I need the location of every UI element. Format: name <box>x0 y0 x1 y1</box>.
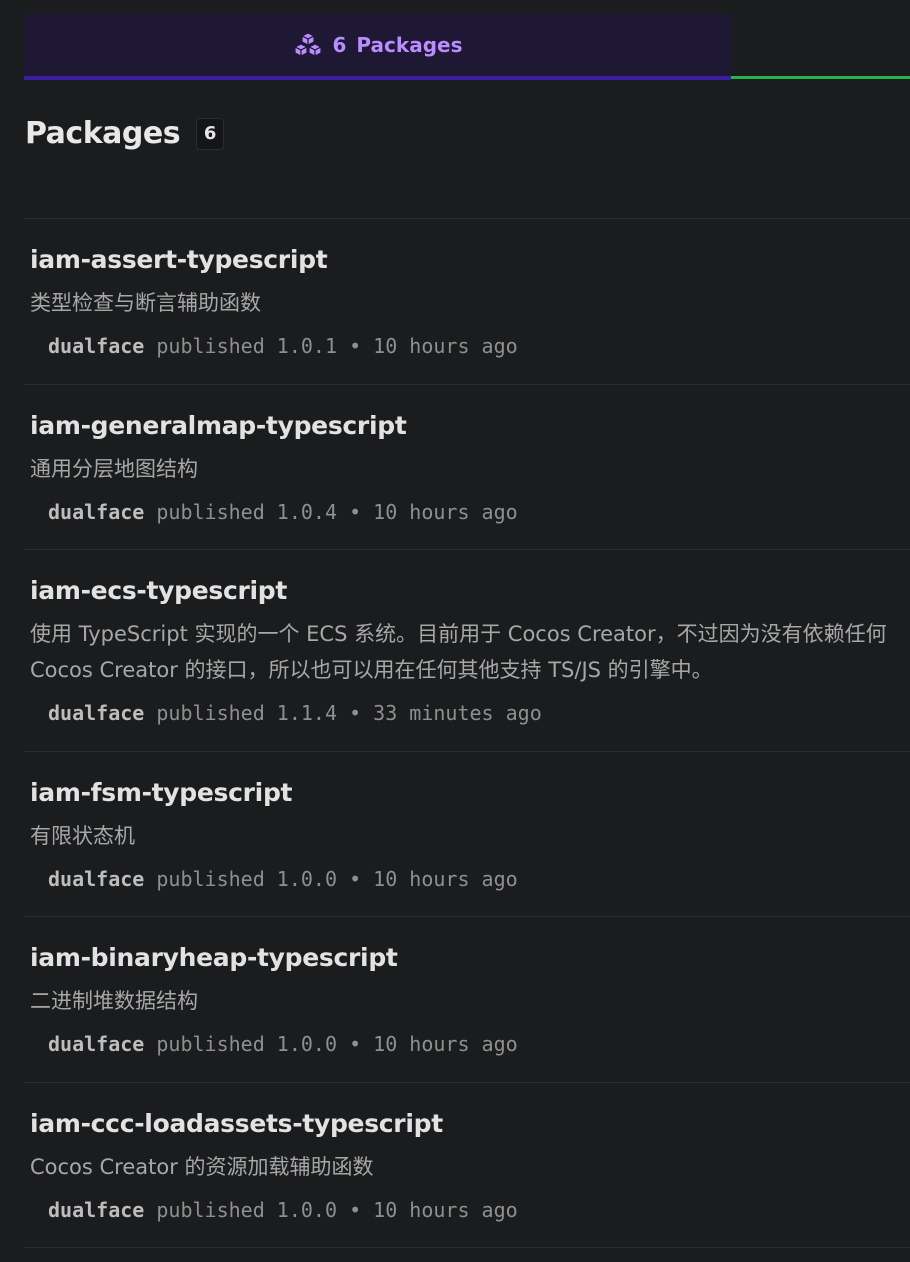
list-item: iam-fsm-typescript 有限状态机 dualface publis… <box>25 751 910 916</box>
package-description: Cocos Creator 的资源加载辅助函数 <box>30 1155 374 1179</box>
package-name-link[interactable]: iam-binaryheap-typescript <box>30 941 398 975</box>
package-time: 10 hours ago <box>373 867 518 891</box>
package-meta: dualface published 1.0.0 • 10 hours ago <box>48 1195 910 1225</box>
tab-packages-label: Packages <box>356 33 463 57</box>
package-action: published <box>156 701 265 725</box>
meta-separator: • <box>349 500 362 524</box>
package-name-link[interactable]: iam-ecs-typescript <box>30 574 287 608</box>
tab-packages-count: 6 <box>332 33 347 57</box>
package-action: published <box>156 500 265 524</box>
tab-bar-underline <box>731 76 910 79</box>
package-version: 1.0.1 <box>276 334 338 358</box>
list-item: iam-assert-typescript 类型检查与断言辅助函数 dualfa… <box>25 218 910 384</box>
package-meta: dualface published 1.1.4 • 33 minutes ag… <box>48 698 910 728</box>
package-time: 33 minutes ago <box>373 701 542 725</box>
meta-separator: • <box>349 867 362 891</box>
package-description: 二进制堆数据结构 <box>30 989 198 1013</box>
package-name-link[interactable]: iam-assert-typescript <box>30 243 328 277</box>
package-version: 1.0.0 <box>276 867 338 891</box>
list-item: iam-ccc-loadassets-typescript Cocos Crea… <box>25 1082 910 1248</box>
page-title: Packages <box>25 116 181 151</box>
package-count-badge: 6 <box>196 117 225 150</box>
package-author-link[interactable]: dualface <box>48 1032 144 1056</box>
package-author-link[interactable]: dualface <box>48 867 144 891</box>
meta-separator: • <box>349 1198 362 1222</box>
tab-packages-content: 6 Packages <box>293 32 463 58</box>
package-name-link[interactable]: iam-generalmap-typescript <box>30 409 407 443</box>
meta-separator: • <box>349 701 362 725</box>
package-author-link[interactable]: dualface <box>48 500 144 524</box>
package-action: published <box>156 1032 265 1056</box>
package-author-link[interactable]: dualface <box>48 1198 144 1222</box>
package-version: 1.1.4 <box>276 701 338 725</box>
list-item: iam-generalmap-typescript 通用分层地图结构 dualf… <box>25 384 910 549</box>
package-time: 10 hours ago <box>373 500 518 524</box>
package-version: 1.0.4 <box>276 500 338 524</box>
package-time: 10 hours ago <box>373 1032 518 1056</box>
package-description: 使用 TypeScript 实现的一个 ECS 系统。目前用于 Cocos Cr… <box>30 622 887 682</box>
package-author-link[interactable]: dualface <box>48 334 144 358</box>
package-author-link[interactable]: dualface <box>48 701 144 725</box>
packages-icon <box>293 32 323 58</box>
package-name-link[interactable]: iam-fsm-typescript <box>30 776 293 810</box>
list-item: iam-binaryheap-typescript 二进制堆数据结构 dualf… <box>25 916 910 1082</box>
package-list: iam-assert-typescript 类型检查与断言辅助函数 dualfa… <box>25 218 910 1248</box>
package-time: 10 hours ago <box>373 334 518 358</box>
meta-separator: • <box>349 334 362 358</box>
package-name-link[interactable]: iam-ccc-loadassets-typescript <box>30 1107 443 1141</box>
package-description: 通用分层地图结构 <box>30 457 198 481</box>
tab-bar: 6 Packages <box>24 14 910 80</box>
package-version: 1.0.0 <box>276 1032 338 1056</box>
package-meta: dualface published 1.0.0 • 10 hours ago <box>48 1029 910 1059</box>
meta-separator: • <box>349 1032 362 1056</box>
package-meta: dualface published 1.0.1 • 10 hours ago <box>48 331 910 361</box>
package-description: 类型检查与断言辅助函数 <box>30 291 261 315</box>
tab-packages[interactable]: 6 Packages <box>24 14 731 80</box>
package-action: published <box>156 334 265 358</box>
list-item: iam-ecs-typescript 使用 TypeScript 实现的一个 E… <box>25 549 910 751</box>
package-time: 10 hours ago <box>373 1198 518 1222</box>
package-version: 1.0.0 <box>276 1198 338 1222</box>
package-action: published <box>156 867 265 891</box>
package-action: published <box>156 1198 265 1222</box>
package-description: 有限状态机 <box>30 824 135 848</box>
package-meta: dualface published 1.0.0 • 10 hours ago <box>48 864 910 894</box>
section-heading: Packages 6 <box>25 116 225 151</box>
package-meta: dualface published 1.0.4 • 10 hours ago <box>48 497 910 527</box>
